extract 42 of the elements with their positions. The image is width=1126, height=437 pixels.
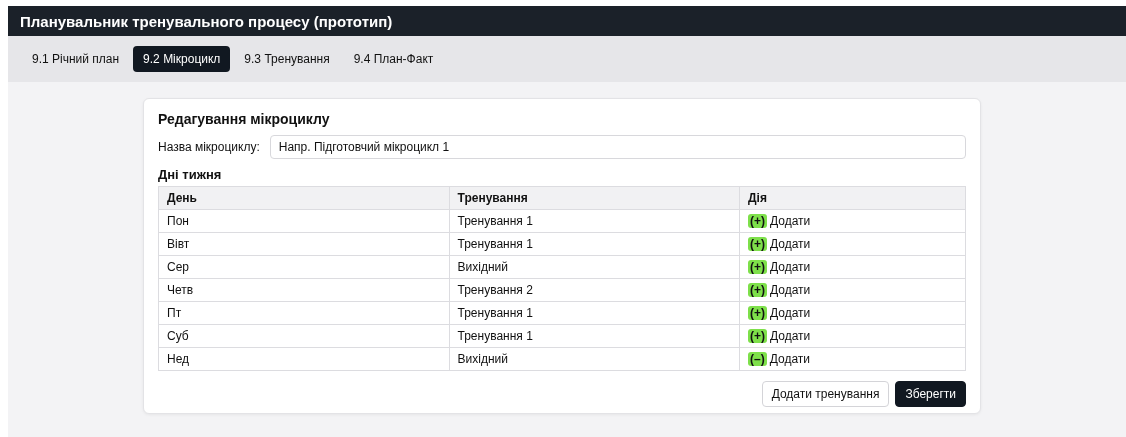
day-cell: Вівт xyxy=(158,232,449,256)
action-badge[interactable]: (+) xyxy=(748,283,768,297)
add-link[interactable]: Додати xyxy=(769,352,810,366)
tab[interactable]: 9.2 Мікроцикл xyxy=(133,46,231,72)
day-cell: Нед xyxy=(158,347,449,371)
card-title: Редагування мікроциклу xyxy=(158,111,331,127)
section-title: Дні тижня xyxy=(158,167,223,182)
training-cell: Вихідний xyxy=(449,347,740,371)
day-cell: Суб xyxy=(158,324,449,348)
day-cell: Пон xyxy=(158,209,449,233)
training-cell: Вихідний xyxy=(449,255,740,279)
add-training-button[interactable]: Додати тренування xyxy=(761,381,890,407)
name-field[interactable]: Напр. Підготовчий мікроцикл 1 xyxy=(269,135,966,159)
training-cell: Тренування 1 xyxy=(449,232,740,256)
action-badge[interactable]: (+) xyxy=(748,260,768,274)
day-cell: Пт xyxy=(158,301,449,325)
action-badge[interactable]: (+) xyxy=(748,306,768,320)
action-badge[interactable]: (–) xyxy=(748,352,767,366)
save-button[interactable]: Зберегти xyxy=(895,381,966,407)
action-badge[interactable]: (+) xyxy=(748,237,768,251)
day-cell: Четв xyxy=(158,278,449,302)
add-link[interactable]: Додати xyxy=(770,260,811,274)
add-link[interactable]: Додати xyxy=(770,329,811,343)
training-cell: Тренування 1 xyxy=(449,301,740,325)
column-header: Тренування xyxy=(449,186,740,210)
add-link[interactable]: Додати xyxy=(770,214,811,228)
column-header: Дія xyxy=(739,186,966,210)
action-badge[interactable]: (+) xyxy=(748,329,768,343)
training-cell: Тренування 1 xyxy=(449,324,740,348)
training-cell: Тренування 1 xyxy=(449,209,740,233)
training-cell: Тренування 2 xyxy=(449,278,740,302)
action-badge[interactable]: (+) xyxy=(748,214,768,228)
field-label: Назва мікроциклу: xyxy=(158,140,260,154)
add-link[interactable]: Додати xyxy=(770,237,811,251)
add-link[interactable]: Додати xyxy=(770,283,811,297)
add-link[interactable]: Додати xyxy=(770,306,811,320)
tab[interactable]: 9.4 План-Факт xyxy=(343,46,444,72)
app-title: Планувальник тренувального процесу (прототип) xyxy=(20,12,393,30)
tab[interactable]: 9.1 Річний план xyxy=(22,46,130,72)
day-cell: Сер xyxy=(158,255,449,279)
column-header: День xyxy=(158,186,449,210)
tab[interactable]: 9.3 Тренування xyxy=(234,46,340,72)
